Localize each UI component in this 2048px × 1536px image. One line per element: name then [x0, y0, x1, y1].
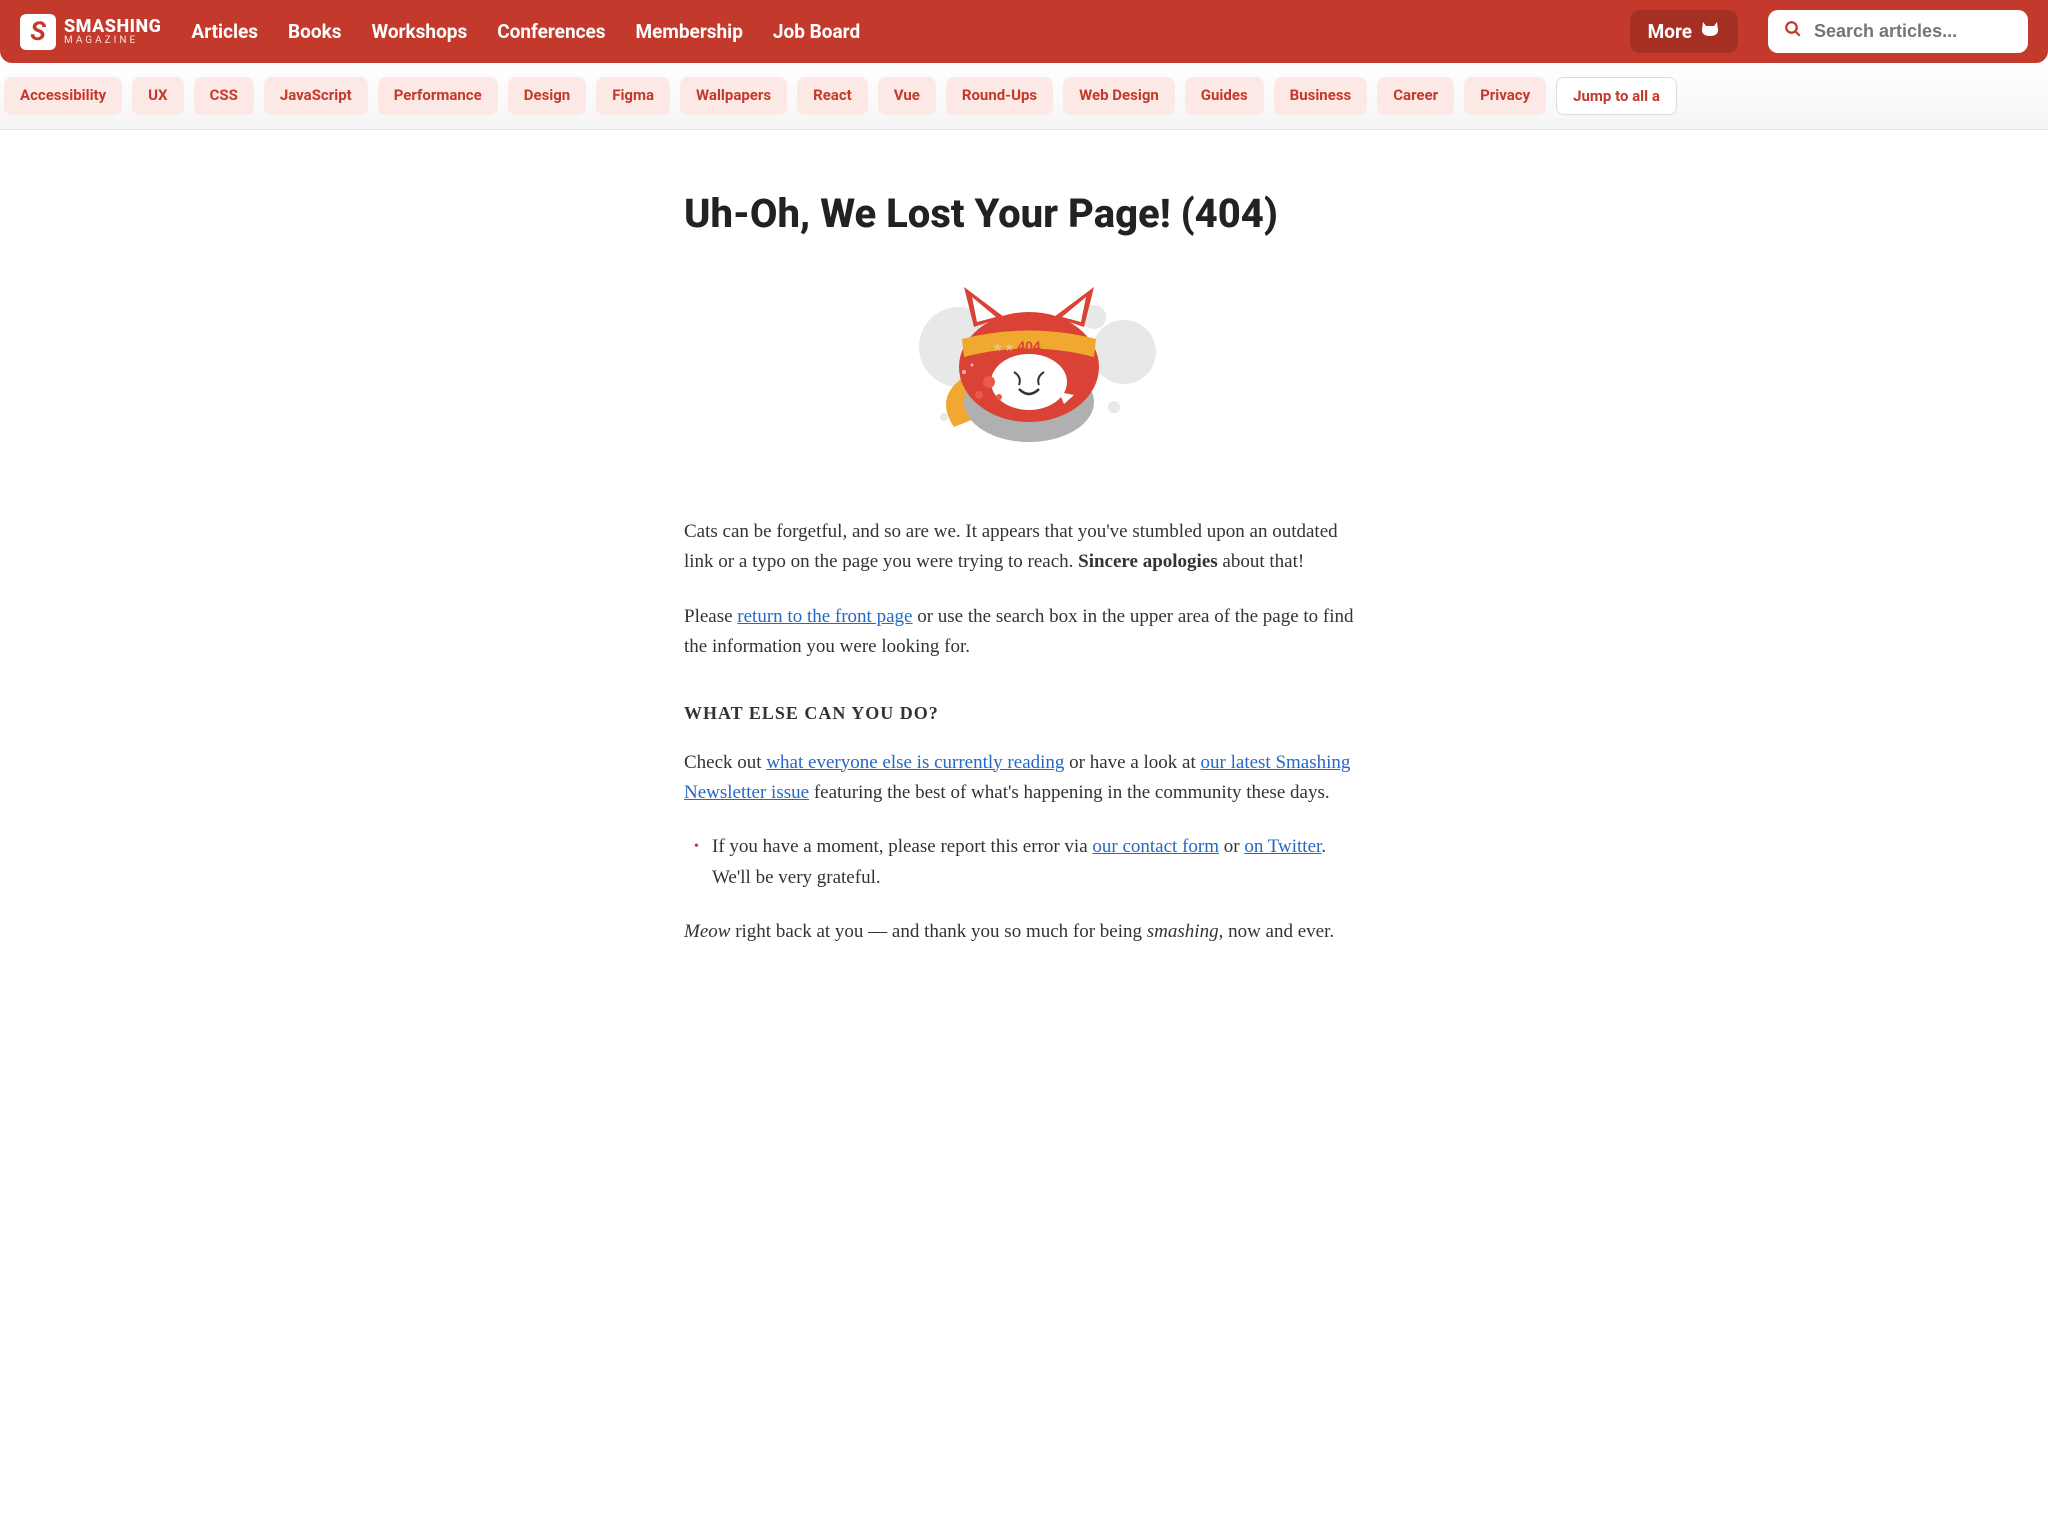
nav-conferences[interactable]: Conferences	[497, 20, 605, 43]
closing-paragraph: Meow right back at you — and thank you s…	[684, 917, 1364, 947]
tag-react[interactable]: React	[797, 77, 868, 115]
tag-javascript[interactable]: JavaScript	[264, 77, 368, 115]
tag-css[interactable]: CSS	[194, 77, 254, 115]
svg-text:★: ★	[992, 340, 1003, 354]
more-button[interactable]: More	[1630, 10, 1738, 53]
tag-design[interactable]: Design	[508, 77, 587, 115]
tag-business[interactable]: Business	[1274, 77, 1368, 115]
tag-web-design[interactable]: Web Design	[1063, 77, 1175, 115]
main-header: S SMASHING MAGAZINE Articles Books Works…	[0, 0, 2048, 63]
list-item: If you have a moment, please report this…	[712, 832, 1364, 893]
site-logo[interactable]: S SMASHING MAGAZINE	[20, 14, 161, 50]
tag-guides[interactable]: Guides	[1185, 77, 1264, 115]
svg-text:★: ★	[1004, 340, 1015, 354]
logo-mark-icon: S	[20, 14, 56, 50]
svg-text:404: 404	[1017, 338, 1041, 354]
tag-accessibility[interactable]: Accessibility	[4, 77, 122, 115]
primary-nav: Articles Books Workshops Conferences Mem…	[191, 20, 1599, 43]
popular-reading-link[interactable]: what everyone else is currently reading	[766, 752, 1064, 773]
logo-subtitle: MAGAZINE	[64, 36, 161, 46]
tag-ux[interactable]: UX	[132, 77, 183, 115]
return-paragraph: Please return to the front page or use t…	[684, 602, 1364, 663]
nav-job-board[interactable]: Job Board	[773, 20, 860, 43]
tag-performance[interactable]: Performance	[378, 77, 498, 115]
page-title: Uh-Oh, We Lost Your Page! (404)	[684, 190, 1364, 237]
intro-paragraph: Cats can be forgetful, and so are we. It…	[684, 517, 1364, 578]
search-icon	[1784, 20, 1802, 43]
nav-articles[interactable]: Articles	[191, 20, 258, 43]
nav-workshops[interactable]: Workshops	[372, 20, 468, 43]
contact-form-link[interactable]: our contact form	[1092, 836, 1219, 857]
tag-figma[interactable]: Figma	[596, 77, 670, 115]
search-input[interactable]	[1814, 21, 2012, 42]
main-content: Uh-Oh, We Lost Your Page! (404) 404 ★ ★	[664, 190, 1384, 948]
search-box[interactable]	[1768, 10, 2028, 53]
tag-wallpapers[interactable]: Wallpapers	[680, 77, 787, 115]
error-cat-illustration: 404 ★ ★	[684, 277, 1364, 457]
logo-title: SMASHING	[64, 18, 161, 36]
jump-to-all-button[interactable]: Jump to all a	[1556, 77, 1677, 115]
nav-books[interactable]: Books	[288, 20, 341, 43]
tag-career[interactable]: Career	[1377, 77, 1454, 115]
twitter-link[interactable]: on Twitter	[1244, 836, 1321, 857]
return-front-page-link[interactable]: return to the front page	[737, 606, 912, 627]
logo-text: SMASHING MAGAZINE	[64, 18, 161, 46]
section-heading: WHAT ELSE CAN YOU DO?	[684, 703, 1364, 724]
suggestions-paragraph: Check out what everyone else is currentl…	[684, 748, 1364, 809]
tag-round-ups[interactable]: Round-Ups	[946, 77, 1053, 115]
tag-privacy[interactable]: Privacy	[1464, 77, 1546, 115]
more-label: More	[1648, 20, 1692, 43]
tag-vue[interactable]: Vue	[878, 77, 936, 115]
cat-icon	[1700, 20, 1720, 43]
nav-membership[interactable]: Membership	[636, 20, 743, 43]
tag-bar: Accessibility UX CSS JavaScript Performa…	[0, 63, 2048, 130]
action-list: If you have a moment, please report this…	[684, 832, 1364, 893]
